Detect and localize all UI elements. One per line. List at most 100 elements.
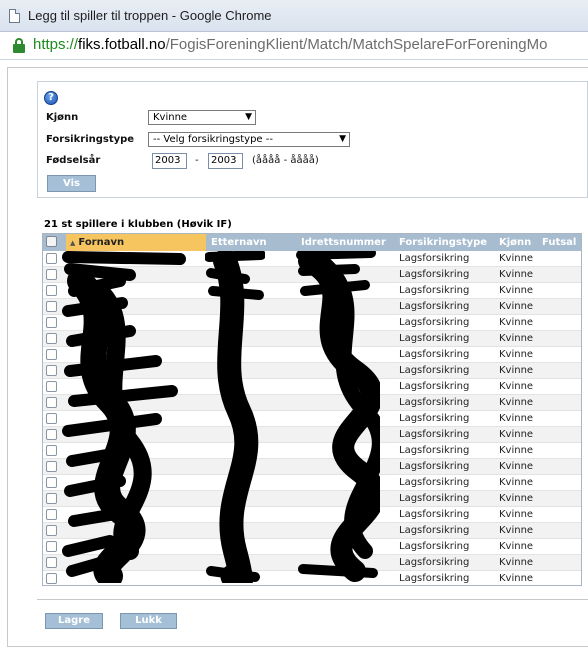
row-checkbox[interactable] <box>46 493 57 504</box>
row-checkbox[interactable] <box>46 269 57 280</box>
row-checkbox[interactable] <box>46 525 57 536</box>
redaction-idrettsnummer <box>296 251 380 582</box>
row-checkbox[interactable] <box>46 557 57 568</box>
year-format-hint: (åååå - åååå) <box>252 155 319 166</box>
kjonn-label: Kjønn <box>46 112 79 123</box>
column-etternavn[interactable]: Etternavn <box>211 234 267 251</box>
column-idrettsnummer[interactable]: Idrettsnummer <box>301 234 386 251</box>
url-path: /FogisForeningKlient/Match/MatchSpelareF… <box>165 36 548 53</box>
year-separator: - <box>195 155 199 166</box>
row-checkbox[interactable] <box>46 445 57 456</box>
cell-kjonn: Kvinne <box>499 301 534 312</box>
row-checkbox[interactable] <box>46 365 57 376</box>
cell-forsikringstype: Lagsforsikring <box>399 493 470 504</box>
chevron-down-icon: ▼ <box>339 134 346 144</box>
address-bar[interactable]: https://fiks.fotball.no/FogisForeningKli… <box>0 32 588 60</box>
forsikringstype-select[interactable]: -- Velg forsikringstype -- ▼ <box>148 132 350 147</box>
cell-kjonn: Kvinne <box>499 509 534 520</box>
cell-forsikringstype: Lagsforsikring <box>399 285 470 296</box>
row-checkbox[interactable] <box>46 541 57 552</box>
row-checkbox[interactable] <box>46 413 57 424</box>
cell-kjonn: Kvinne <box>499 541 534 552</box>
table-caption: 21 st spillere i klubben (Høvik IF) <box>44 219 232 230</box>
row-checkbox[interactable] <box>46 477 57 488</box>
cell-forsikringstype: Lagsforsikring <box>399 269 470 280</box>
cell-kjonn: Kvinne <box>499 397 534 408</box>
cell-forsikringstype: Lagsforsikring <box>399 525 470 536</box>
row-checkbox[interactable] <box>46 381 57 392</box>
cell-kjonn: Kvinne <box>499 461 534 472</box>
row-checkbox[interactable] <box>46 317 57 328</box>
cell-forsikringstype: Lagsforsikring <box>399 429 470 440</box>
cell-forsikringstype: Lagsforsikring <box>399 365 470 376</box>
cell-kjonn: Kvinne <box>499 525 534 536</box>
cell-kjonn: Kvinne <box>499 365 534 376</box>
row-checkbox[interactable] <box>46 429 57 440</box>
row-checkbox[interactable] <box>46 509 57 520</box>
row-checkbox[interactable] <box>46 333 57 344</box>
url-field[interactable]: https://fiks.fotball.no/FogisForeningKli… <box>33 36 547 53</box>
cell-forsikringstype: Lagsforsikring <box>399 317 470 328</box>
cell-kjonn: Kvinne <box>499 269 534 280</box>
forsikringstype-value: -- Velg forsikringstype -- <box>153 134 273 145</box>
select-all-checkbox[interactable] <box>46 236 57 247</box>
cell-forsikringstype: Lagsforsikring <box>399 557 470 568</box>
lock-icon[interactable] <box>13 38 25 53</box>
row-checkbox[interactable] <box>46 397 57 408</box>
cell-forsikringstype: Lagsforsikring <box>399 573 470 584</box>
row-checkbox[interactable] <box>46 349 57 360</box>
cell-forsikringstype: Lagsforsikring <box>399 477 470 488</box>
year-from-input[interactable]: 2003 <box>152 153 187 169</box>
lagre-button[interactable]: Lagre <box>45 613 103 629</box>
cell-forsikringstype: Lagsforsikring <box>399 301 470 312</box>
window-title: Legg til spiller til troppen - Google Ch… <box>28 8 272 23</box>
column-forsikringstype[interactable]: Forsikringstype <box>399 234 487 251</box>
cell-forsikringstype: Lagsforsikring <box>399 509 470 520</box>
redaction-fornavn <box>62 251 186 583</box>
lukk-button[interactable]: Lukk <box>120 613 177 629</box>
fodselsar-label: Fødselsår <box>46 155 101 166</box>
footer-divider <box>37 599 588 600</box>
forsikringstype-label: Forsikringstype <box>46 134 135 145</box>
kjonn-value: Kvinne <box>153 112 188 123</box>
cell-forsikringstype: Lagsforsikring <box>399 541 470 552</box>
cell-kjonn: Kvinne <box>499 333 534 344</box>
chevron-down-icon: ▼ <box>245 112 252 122</box>
cell-kjonn: Kvinne <box>499 413 534 424</box>
column-fornavn[interactable]: ▲ Fornavn <box>66 234 206 251</box>
row-checkbox[interactable] <box>46 285 57 296</box>
cell-kjonn: Kvinne <box>499 429 534 440</box>
cell-kjonn: Kvinne <box>499 285 534 296</box>
cell-kjonn: Kvinne <box>499 557 534 568</box>
cell-forsikringstype: Lagsforsikring <box>399 397 470 408</box>
row-checkbox[interactable] <box>46 573 57 584</box>
page-icon <box>9 9 20 23</box>
cell-forsikringstype: Lagsforsikring <box>399 349 470 360</box>
cell-kjonn: Kvinne <box>499 349 534 360</box>
cell-forsikringstype: Lagsforsikring <box>399 445 470 456</box>
cell-kjonn: Kvinne <box>499 253 534 264</box>
kjonn-select[interactable]: Kvinne ▼ <box>148 110 256 125</box>
cell-kjonn: Kvinne <box>499 317 534 328</box>
cell-kjonn: Kvinne <box>499 573 534 584</box>
row-checkbox[interactable] <box>46 301 57 312</box>
row-checkbox[interactable] <box>46 253 57 264</box>
window-titlebar: Legg til spiller til troppen - Google Ch… <box>0 0 588 32</box>
table-header: ▲ Fornavn Etternavn Idrettsnummer Forsikr… <box>43 234 581 251</box>
cell-forsikringstype: Lagsforsikring <box>399 333 470 344</box>
cell-forsikringstype: Lagsforsikring <box>399 461 470 472</box>
cell-forsikringstype: Lagsforsikring <box>399 413 470 424</box>
sort-asc-icon: ▲ <box>70 239 76 247</box>
redaction-etternavn <box>205 251 265 583</box>
cell-kjonn: Kvinne <box>499 381 534 392</box>
help-icon[interactable]: ? <box>44 91 58 105</box>
column-futsal[interactable]: Futsal <box>542 234 576 251</box>
column-kjonn[interactable]: Kjønn <box>499 234 531 251</box>
cell-forsikringstype: Lagsforsikring <box>399 253 470 264</box>
cell-kjonn: Kvinne <box>499 493 534 504</box>
year-to-input[interactable]: 2003 <box>208 153 243 169</box>
url-host: fiks.fotball.no <box>78 36 166 53</box>
row-checkbox[interactable] <box>46 461 57 472</box>
url-scheme: https:// <box>33 36 79 53</box>
vis-button[interactable]: Vis <box>47 175 96 192</box>
